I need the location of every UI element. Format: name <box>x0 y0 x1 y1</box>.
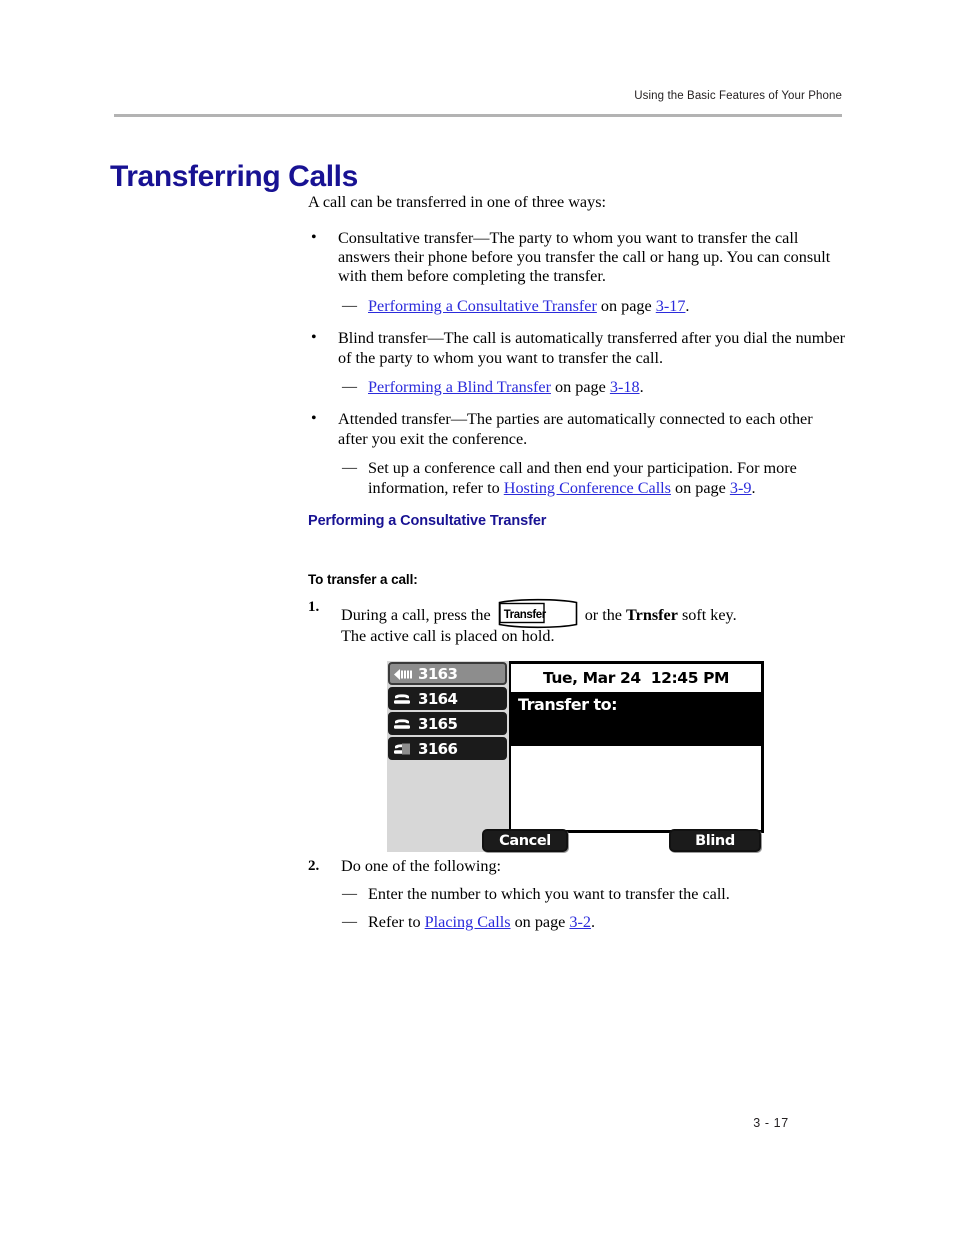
cross-reference-link[interactable]: Performing a Blind Transfer <box>368 378 551 396</box>
transfer-prompt-label: Transfer to: <box>518 695 618 714</box>
bullet-item: • Attended transfer—The parties are auto… <box>308 410 846 449</box>
sub-item: — Enter the number to which you want to … <box>308 885 730 904</box>
transfer-hard-key-graphic[interactable]: Transfer <box>496 598 580 629</box>
step-number: 1. <box>308 599 320 615</box>
status-bar: Tue, Mar 24 12:45 PM <box>511 664 761 692</box>
dash-marker-icon: — <box>342 460 357 477</box>
dash-marker-icon: — <box>342 914 357 930</box>
document-page: Using the Basic Features of Your Phone T… <box>0 0 954 1235</box>
section-heading: Performing a Consultative Transfer <box>308 513 547 529</box>
handset-held-icon <box>393 743 415 756</box>
step-body: During a call, press the Transfer or the T… <box>341 598 853 629</box>
sub-item: — Refer to Placing Calls on page 3-2. <box>308 913 595 932</box>
active-speaker-icon <box>393 668 415 681</box>
bullet-text: Blind transfer—The call is automatically… <box>338 329 846 367</box>
transfer-prompt-band: Transfer to: <box>511 692 761 746</box>
sub-item-tail: . <box>685 296 690 315</box>
bullet-dot-icon: • <box>311 410 317 428</box>
bullet-text: Consultative transfer—The party to whom … <box>338 228 831 286</box>
softkey-name: Trnsfer <box>626 606 678 624</box>
step-mid-text: or the <box>584 606 622 624</box>
sub-item-mid: on page <box>670 478 730 497</box>
line-key-number: 3166 <box>418 740 458 758</box>
line-key-3164[interactable]: 3164 <box>388 687 507 710</box>
page-title: Transferring Calls <box>110 160 358 194</box>
phone-screen-figure: 3163 3164 3165 3166 Tue, Mar 24 12:45 PM… <box>387 661 764 852</box>
page-reference-link[interactable]: 3-17 <box>656 297 686 315</box>
status-time: 12:45 PM <box>650 669 730 687</box>
page-reference-link[interactable]: 3-18 <box>610 378 640 396</box>
step-2-sub-2: — Refer to Placing Calls on page 3-2. <box>308 913 595 932</box>
line-key-number: 3165 <box>418 715 458 733</box>
phone-display: Tue, Mar 24 12:45 PM Transfer to: <box>509 661 764 833</box>
sub-item: — Performing a Blind Transfer on page 3-… <box>308 378 846 397</box>
handset-icon <box>393 718 415 731</box>
step-number: 2. <box>308 858 320 874</box>
procedure-heading: To transfer a call: <box>308 572 418 587</box>
intro-paragraph: A call can be transferred in one of thre… <box>308 193 606 211</box>
sub-item-lead: Refer to <box>368 913 425 931</box>
bullet-item: • Consultative transfer—The party to who… <box>308 229 846 287</box>
sub-item-mid: on page <box>551 377 610 396</box>
line-key-number: 3163 <box>418 665 458 683</box>
step-followup-text: The active call is placed on hold. <box>341 627 555 645</box>
sub-item: — Set up a conference call and then end … <box>308 459 846 498</box>
page-reference-link[interactable]: 3-2 <box>569 913 591 931</box>
bullet-item: • Blind transfer—The call is automatical… <box>308 329 846 368</box>
sub-item-mid: on page <box>596 296 656 315</box>
handset-icon <box>393 693 415 706</box>
bullet-text: Attended transfer—The parties are automa… <box>338 410 813 448</box>
sub-item-text: Enter the number to which you want to tr… <box>368 885 730 903</box>
sub-item: — Performing a Consultative Transfer on … <box>308 297 846 316</box>
line-key-3163[interactable]: 3163 <box>388 662 507 685</box>
step-2: 2. Do one of the following: <box>308 857 853 877</box>
cross-reference-link[interactable]: Performing a Consultative Transfer <box>368 297 597 315</box>
sub-item-mid: on page <box>510 913 570 931</box>
step-1: 1. During a call, press the Transfer or th… <box>308 598 853 629</box>
page-number: 3 - 17 <box>753 1116 789 1130</box>
sub-item-tail: . <box>751 478 756 497</box>
status-date: Tue, Mar 24 <box>542 669 641 687</box>
sub-item-tail: . <box>639 377 644 396</box>
cross-reference-link[interactable]: Hosting Conference Calls <box>504 479 671 497</box>
step-1-followup: The active call is placed on hold. <box>308 627 555 647</box>
running-header: Using the Basic Features of Your Phone <box>634 90 842 102</box>
bullet-dot-icon: • <box>311 228 317 246</box>
sub-item-tail: . <box>591 913 596 931</box>
body-column: A call can be transferred in one of thre… <box>308 193 846 511</box>
dash-marker-icon: — <box>342 886 357 902</box>
cross-reference-link[interactable]: Placing Calls <box>425 913 511 931</box>
header-rule <box>114 114 842 117</box>
step-body: Do one of the following: <box>341 857 502 875</box>
step-tail-text: soft key. <box>681 606 737 624</box>
bullet-dot-icon: • <box>311 329 317 347</box>
line-key-3165[interactable]: 3165 <box>388 712 507 735</box>
page-reference-link[interactable]: 3-9 <box>730 479 752 497</box>
step-2-sub-1: — Enter the number to which you want to … <box>308 885 730 904</box>
softkey-cancel[interactable]: Cancel <box>482 829 568 852</box>
dash-marker-icon: — <box>342 378 357 395</box>
line-key-number: 3164 <box>418 690 458 708</box>
transfer-key-label: Transfer <box>503 609 547 621</box>
softkey-blind[interactable]: Blind <box>669 829 761 852</box>
step-lead-text: During a call, press the <box>341 606 491 624</box>
line-key-3166[interactable]: 3166 <box>388 737 507 760</box>
dash-marker-icon: — <box>342 297 357 314</box>
